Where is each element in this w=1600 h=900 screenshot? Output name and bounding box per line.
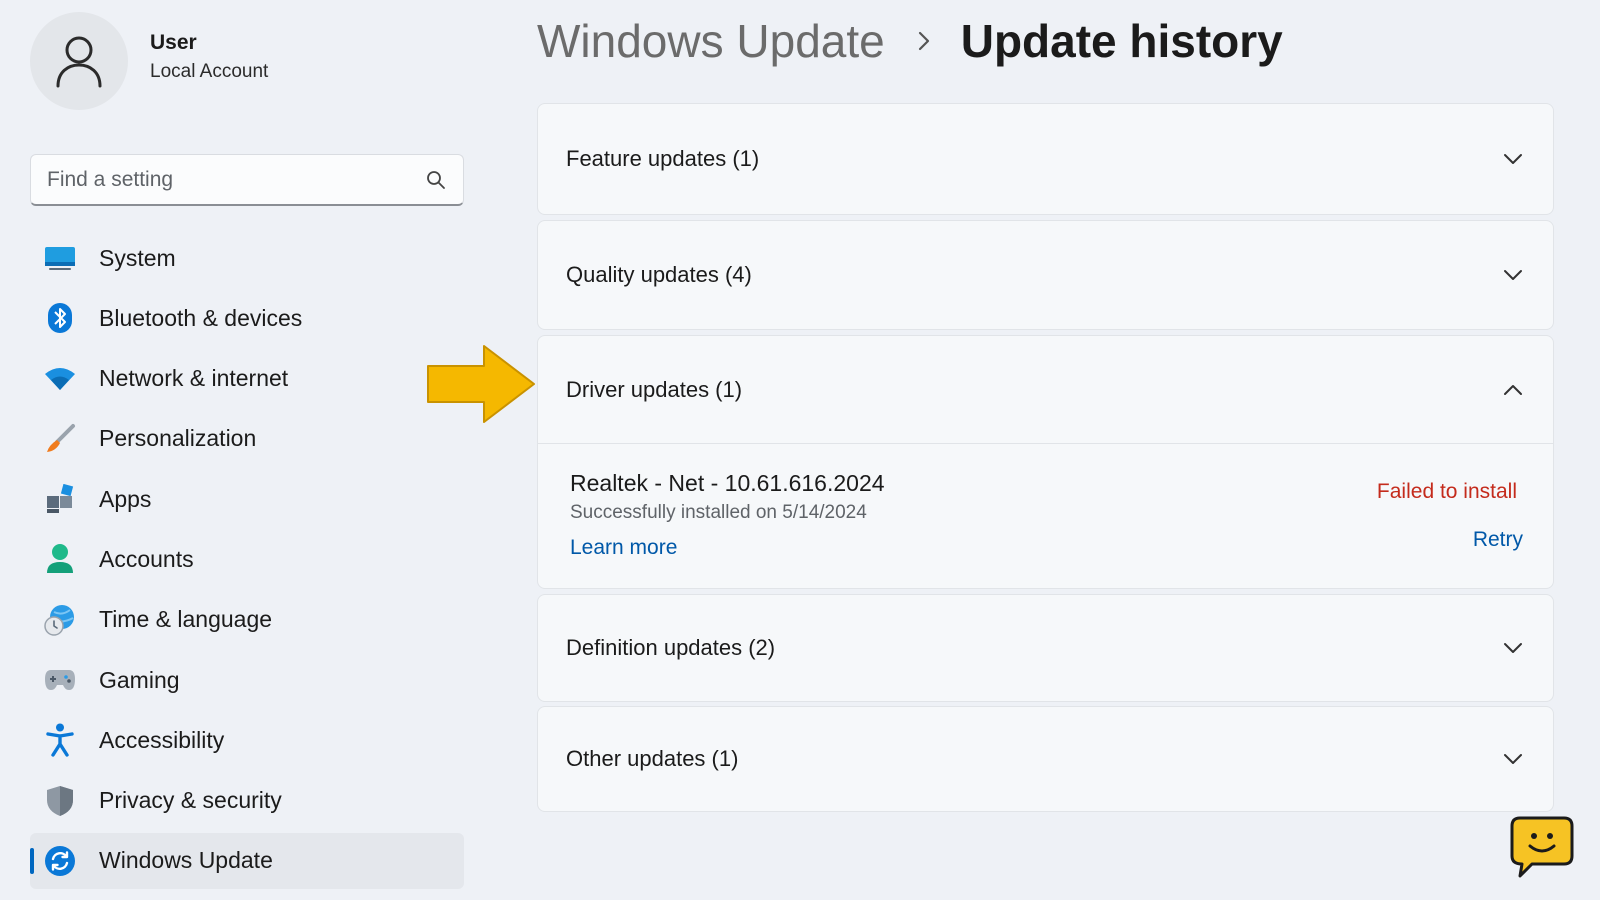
sidebar-nav: System Bluetooth & devices Network & int… [30,230,464,893]
status-badge: Failed to install [1376,480,1517,503]
sidebar-item-accounts[interactable]: Accounts [30,531,464,587]
sidebar-item-label: Accounts [99,545,194,572]
chevron-down-icon[interactable] [1501,147,1525,171]
chevron-down-icon[interactable] [1501,747,1525,771]
sync-icon [42,843,78,879]
person-icon [42,541,78,577]
sidebar-item-privacy-security[interactable]: Privacy & security [30,773,464,829]
profile-account-type: Local Account [150,61,269,82]
globe-clock-icon [42,602,78,638]
chevron-down-icon[interactable] [1501,636,1525,660]
page-title: Update history [960,15,1283,67]
sidebar-item-accessibility[interactable]: Accessibility [30,712,464,768]
definition-updates-section: Definition updates (2) [537,594,1554,702]
sidebar-item-label: Gaming [99,666,180,693]
shield-icon [42,783,78,819]
driver-updates-section: Driver updates (1) Realtek - Net - 10.61… [537,335,1554,589]
other-updates-section: Other updates (1) [537,706,1554,812]
system-icon [42,240,78,276]
breadcrumb-parent-link[interactable]: Windows Update [537,14,885,68]
driver-update-entry: Realtek - Net - 10.61.616.2024 Successfu… [538,444,1553,588]
sidebar-item-label: Accessibility [99,726,225,753]
section-title: Other updates (1) [566,746,739,771]
brush-icon [42,421,78,457]
feedback-smiley-icon[interactable] [1510,816,1574,878]
sidebar-item-personalization[interactable]: Personalization [30,411,464,467]
search-box[interactable] [30,154,464,206]
retry-button[interactable]: Retry [1473,528,1523,552]
section-title: Definition updates (2) [566,635,776,660]
sidebar-item-label: Bluetooth & devices [99,304,303,331]
feature-updates-section: Feature updates (1) [537,103,1554,215]
breadcrumb: Windows Update Update history [537,14,1283,68]
bluetooth-icon [42,300,78,336]
feature-updates-header[interactable]: Feature updates (1) [538,104,1553,214]
person-outline-icon [56,36,102,88]
accessibility-icon [42,722,78,758]
search-icon[interactable] [425,169,447,191]
quality-updates-header[interactable]: Quality updates (4) [538,221,1553,329]
sidebar-item-label: Personalization [99,425,257,452]
sidebar-item-label: Network & internet [99,365,289,392]
user-profile[interactable]: User Local Account [30,12,268,110]
avatar [30,12,128,110]
sidebar-item-gaming[interactable]: Gaming [30,652,464,708]
wifi-icon [42,361,78,397]
annotation-arrow-icon [427,345,535,423]
sidebar-item-label: Windows Update [99,847,273,874]
section-title: Driver updates (1) [566,376,743,402]
sidebar-item-label: Privacy & security [99,787,282,814]
update-install-date: Successfully installed on 5/14/2024 [570,502,867,523]
sidebar-item-network[interactable]: Network & internet [30,351,464,407]
update-name: Realtek - Net - 10.61.616.2024 [570,470,885,496]
section-title: Quality updates (4) [566,262,752,287]
sidebar-item-label: Time & language [99,606,273,633]
learn-more-link[interactable]: Learn more [570,536,677,560]
chevron-down-icon[interactable] [1501,263,1525,287]
sidebar-item-label: System [99,244,176,271]
other-updates-header[interactable]: Other updates (1) [538,707,1553,811]
section-title: Feature updates (1) [566,146,760,171]
sidebar-item-bluetooth[interactable]: Bluetooth & devices [30,290,464,346]
sidebar-item-apps[interactable]: Apps [30,471,464,527]
apps-icon [42,481,78,517]
gamepad-icon [42,662,78,698]
sidebar-item-label: Apps [99,485,152,512]
sidebar: User Local Account System [0,0,480,900]
driver-updates-header[interactable]: Driver updates (1) [538,336,1553,444]
sidebar-item-system[interactable]: System [30,230,464,286]
search-input[interactable] [47,167,425,192]
sidebar-item-time-language[interactable]: Time & language [30,592,464,648]
profile-name: User [150,31,197,54]
definition-updates-header[interactable]: Definition updates (2) [538,595,1553,701]
chevron-right-icon [917,30,931,52]
quality-updates-section: Quality updates (4) [537,220,1554,330]
sidebar-item-windows-update[interactable]: Windows Update [30,832,464,889]
chevron-up-icon[interactable] [1501,378,1525,402]
